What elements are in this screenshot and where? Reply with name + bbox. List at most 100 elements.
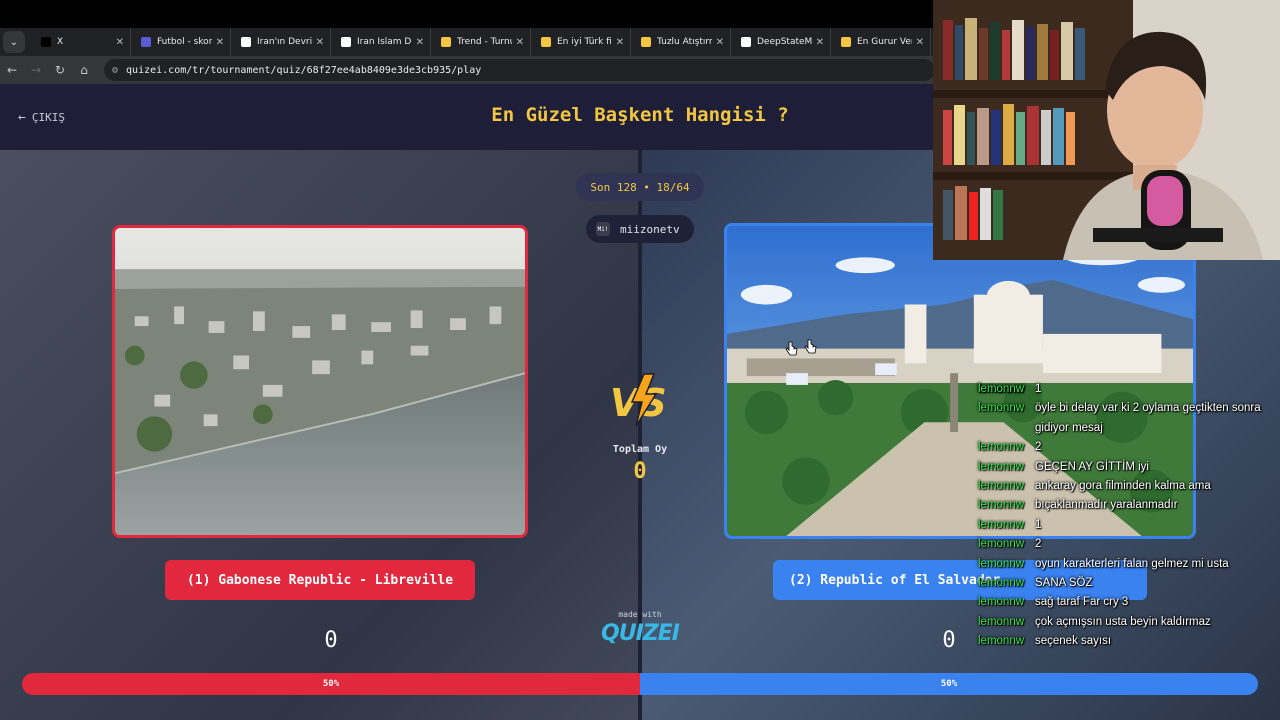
browser-tab[interactable]: DeepStateMAP ✕ <box>731 28 831 56</box>
vote-bar-right: 50% <box>640 673 1258 695</box>
url-text: quizei.com/tr/tournament/quiz/68f27ee4ab… <box>126 64 482 76</box>
site-info-icon[interactable]: ⚙ <box>112 65 118 76</box>
close-icon[interactable]: ✕ <box>416 37 424 48</box>
close-icon[interactable]: ✕ <box>716 37 724 48</box>
favicon-icon <box>241 37 251 47</box>
chat-nickname: lemonnw <box>978 441 1025 454</box>
reload-icon: ↻ <box>54 63 66 77</box>
chat-nickname: lemonnw <box>978 518 1025 531</box>
exit-button[interactable]: ← ÇIKIŞ <box>18 110 65 125</box>
chat-nickname: lemonnw <box>978 460 1025 473</box>
tab-list: X✕Futbol - skorla✕İran'ın Devrimi✕İran İ… <box>31 28 931 56</box>
tab-label: İran'ın Devrimi <box>257 37 312 47</box>
vote-bar-left: 50% <box>22 673 640 695</box>
favicon-icon <box>41 37 51 47</box>
address-bar-row: ← → ↻ ⌂ ⚙ quizei.com/tr/tournament/quiz/… <box>0 56 935 84</box>
made-with-label: made with <box>618 610 662 619</box>
tab-label: Tuzlu Atıştırma <box>657 37 712 47</box>
total-votes-label: Toplam Oy <box>612 444 668 455</box>
chat-message: lemonnw 1 <box>978 516 1278 535</box>
libreville-photo <box>115 228 525 535</box>
chat-text: öyle bi delay var ki 2 oylama geçtikten … <box>1035 402 1261 434</box>
chat-message: lemonnw öyle bi delay var ki 2 oylama geç… <box>978 399 1278 438</box>
tab-label: İran İslam Dev <box>357 37 412 47</box>
browser-tab[interactable]: Tuzlu Atıştırma ✕ <box>631 28 731 56</box>
chat-text: 2 <box>1035 441 1042 454</box>
stream-chat: lemonnw lemonnw 1 lemonnw öyle bi delay var … <box>978 380 1278 652</box>
forward-button[interactable]: → <box>24 63 48 77</box>
close-icon[interactable]: ✕ <box>216 37 224 48</box>
chat-message: lemonnw ankaray gora filminden kalma ama <box>978 477 1278 496</box>
user-badge: Mi! miizonetv <box>586 215 694 243</box>
hand-cursor-icon <box>804 339 817 354</box>
close-icon[interactable]: ✕ <box>316 37 324 48</box>
tab-label: Trend - Turnuv <box>457 37 512 47</box>
browser-tab[interactable]: En iyi Türk film ✕ <box>531 28 631 56</box>
chat-nickname: lemonnw <box>978 635 1025 648</box>
choice-button-left[interactable]: (1) Gabonese Republic - Libreville <box>165 560 475 600</box>
chat-message: lemonnw 1 <box>978 380 1278 399</box>
chat-text: 2 <box>1035 538 1042 551</box>
chat-message: lemonnw GEÇEN AY GİTTİM iyi <box>978 458 1278 477</box>
vs-icon: VS <box>610 373 667 427</box>
choice-image-left[interactable] <box>112 225 528 538</box>
chat-nickname: lemonnw <box>978 577 1025 590</box>
chat-text: çok açmışsın usta beyin kaldırmaz <box>1035 615 1211 628</box>
tab-label: En iyi Türk film <box>557 37 612 47</box>
close-icon[interactable]: ✕ <box>616 37 624 48</box>
screen: ⌄ X✕Futbol - skorla✕İran'ın Devrimi✕İran… <box>0 0 1280 720</box>
chat-nickname: lemonnw <box>978 480 1025 493</box>
chat-message: lemonnw 2 <box>978 535 1278 554</box>
browser-tab[interactable]: Trend - Turnuv ✕ <box>431 28 531 56</box>
url-field[interactable]: ⚙ quizei.com/tr/tournament/quiz/68f27ee4… <box>104 59 935 81</box>
chat-text: oyun karakterleri falan gelmez mi usta <box>1035 557 1229 570</box>
chat-message: lemonnw çok açmışsın usta beyin kaldırmaz <box>978 613 1278 632</box>
username: miizonetv <box>620 222 680 236</box>
reload-button[interactable]: ↻ <box>48 63 72 77</box>
favicon-icon <box>841 37 851 47</box>
back-button[interactable]: ← <box>0 63 24 77</box>
chat-nickname: lemonnw <box>978 538 1025 551</box>
browser-tab[interactable]: En Gurur Verici ✕ <box>831 28 931 56</box>
chevron-down-icon: ⌄ <box>9 36 19 48</box>
tab-label: DeepStateMAP <box>757 37 812 47</box>
browser-tab[interactable]: Futbol - skorla ✕ <box>131 28 231 56</box>
favicon-icon <box>541 37 551 47</box>
favicon-icon <box>141 37 151 47</box>
chat-nickname: lemonnw <box>978 615 1025 628</box>
favicon-icon <box>641 37 651 47</box>
round-badge: Son 128 • 18/64 <box>576 173 704 201</box>
chat-text: sağ taraf Far cry 3 <box>1035 596 1129 609</box>
close-icon[interactable]: ✕ <box>116 37 124 48</box>
close-icon[interactable]: ✕ <box>816 37 824 48</box>
tab-search-button[interactable]: ⌄ <box>3 31 25 53</box>
arrow-left-icon: ← <box>18 110 26 125</box>
browser-tab[interactable]: İran İslam Dev ✕ <box>331 28 431 56</box>
chat-text: ankaray gora filminden kalma ama <box>1035 480 1211 493</box>
quizei-logo: QUIZEI <box>601 621 680 646</box>
streamer-webcam-image <box>933 0 1280 260</box>
home-icon: ⌂ <box>80 63 88 77</box>
home-button[interactable]: ⌂ <box>72 63 96 77</box>
chat-message: lemonnw sağ taraf Far cry 3 <box>978 593 1278 612</box>
favicon-icon <box>441 37 451 47</box>
close-icon[interactable]: ✕ <box>916 37 924 48</box>
chat-message: lemonnw oyun karakterleri falan gelmez mi… <box>978 555 1278 574</box>
hand-cursor-icon <box>785 341 798 356</box>
avatar: Mi! <box>596 222 610 236</box>
back-arrow-icon: ← <box>6 63 18 77</box>
chat-nickname: lemonnw <box>978 557 1025 570</box>
chat-message: lemonnw seçenek sayısı <box>978 632 1278 651</box>
browser-tab[interactable]: X ✕ <box>31 28 131 56</box>
tab-label: Futbol - skorla <box>157 37 212 47</box>
chat-nickname: lemonnw <box>978 499 1025 512</box>
close-icon[interactable]: ✕ <box>516 37 524 48</box>
webcam-overlay <box>933 0 1280 260</box>
title-bar <box>0 0 935 28</box>
chat-text: bıçaklanmadır yaralanmadır <box>1035 499 1178 512</box>
chat-nickname: lemonnw <box>978 596 1025 609</box>
tab-label: En Gurur Verici <box>857 37 912 47</box>
total-votes-value: 0 <box>633 459 647 484</box>
browser-tab[interactable]: İran'ın Devrimi ✕ <box>231 28 331 56</box>
tab-label: X <box>57 37 64 47</box>
